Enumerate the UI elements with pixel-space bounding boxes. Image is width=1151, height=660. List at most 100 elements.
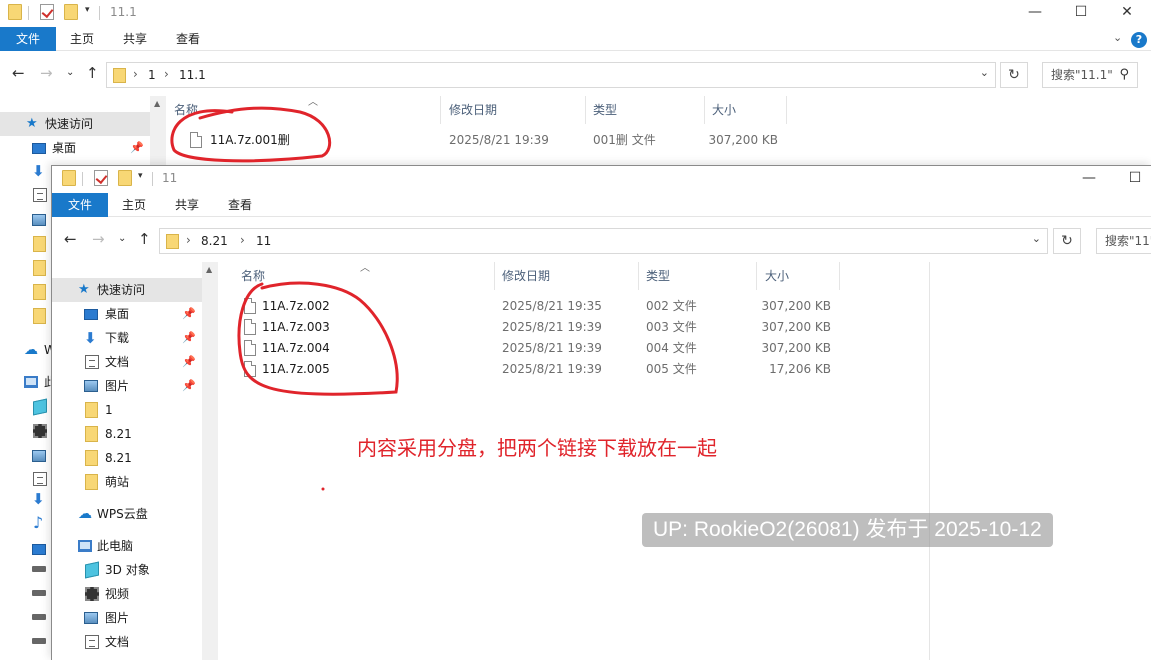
nav-desktop[interactable]: 桌面 📌 (52, 302, 202, 326)
column-divider[interactable] (786, 96, 787, 124)
search-input[interactable]: 搜索"11" (1096, 228, 1151, 254)
scroll-up-icon[interactable]: ▲ (206, 265, 212, 274)
column-header-size[interactable]: 大小 (765, 262, 789, 290)
desktop-icon (32, 143, 46, 154)
nav-pictures-pc[interactable]: 图片 (52, 606, 202, 630)
new-folder-icon[interactable] (64, 4, 80, 20)
tab-file[interactable]: 文件 (0, 27, 56, 51)
desktop-icon (32, 544, 46, 555)
maximize-icon[interactable]: ☐ (1058, 2, 1104, 24)
tab-share[interactable]: 共享 (173, 193, 201, 217)
nav-3d-objects[interactable]: 3D 对象 (52, 558, 202, 582)
address-bar[interactable]: › 1 › 11.1 ⌄ (106, 62, 996, 88)
tab-home[interactable]: 主页 (68, 27, 96, 51)
tab-view[interactable]: 查看 (174, 27, 202, 51)
breadcrumb-item[interactable]: 1 (148, 68, 156, 82)
nav-label: 文档 (105, 635, 130, 649)
column-divider[interactable] (839, 262, 840, 290)
breadcrumb-item[interactable]: 8.21 (201, 234, 228, 248)
nav-wps-cloud[interactable]: ☁ WPS云盘 (52, 502, 202, 526)
file-name: 11A.7z.003 (262, 320, 330, 334)
customize-toolbar-icon[interactable]: ▾ (85, 5, 90, 15)
tab-file[interactable]: 文件 (52, 193, 108, 217)
refresh-icon[interactable]: ↻ (1000, 62, 1028, 88)
chevron-down-icon[interactable]: ⌄ (1113, 31, 1122, 44)
column-header-type[interactable]: 类型 (646, 262, 670, 290)
nav-folder-8-21[interactable]: 8.21 (52, 422, 202, 446)
column-divider[interactable] (704, 96, 705, 124)
nav-folder-mengzhan[interactable]: 萌站 (52, 470, 202, 494)
nav-label: 萌站 (105, 475, 130, 489)
close-icon[interactable]: ✕ (1104, 2, 1150, 24)
customize-toolbar-icon[interactable]: ▾ (138, 171, 143, 181)
breadcrumb-item[interactable]: 11.1 (179, 68, 206, 82)
minimize-icon[interactable]: — (1066, 168, 1112, 190)
help-icon[interactable]: ? (1131, 32, 1147, 48)
nav-scrollbar[interactable]: ▲ (202, 262, 218, 660)
column-divider[interactable] (585, 96, 586, 124)
column-header-size[interactable]: 大小 (712, 96, 736, 124)
pin-icon[interactable]: 📌 (182, 326, 196, 350)
column-header-name[interactable]: 名称 (174, 96, 198, 124)
document-icon (85, 355, 99, 369)
pin-icon[interactable]: 📌 (130, 136, 144, 160)
nav-label: 快速访问 (45, 117, 94, 131)
back-arrow-icon[interactable]: ← (64, 230, 77, 248)
forward-arrow-icon[interactable]: → (40, 64, 53, 82)
refresh-icon[interactable]: ↻ (1053, 228, 1081, 254)
table-row[interactable]: 11A.7z.004 2025/8/21 19:39 004 文件 307,20… (218, 338, 918, 359)
chevron-down-icon[interactable]: ⌄ (980, 66, 989, 79)
forward-arrow-icon[interactable]: → (92, 230, 105, 248)
back-arrow-icon[interactable]: ← (12, 64, 25, 82)
up-arrow-icon[interactable]: ↑ (86, 64, 99, 82)
nav-this-pc[interactable]: 此 (0, 370, 56, 394)
minimize-icon[interactable]: — (1012, 2, 1058, 24)
pin-icon[interactable]: 📌 (182, 374, 196, 398)
tab-home[interactable]: 主页 (120, 193, 148, 217)
nav-this-pc[interactable]: 此电脑 (52, 534, 202, 558)
properties-icon[interactable] (40, 4, 56, 20)
nav-desktop[interactable]: 桌面 📌 (0, 136, 150, 160)
tab-share[interactable]: 共享 (121, 27, 149, 51)
scroll-up-icon[interactable]: ▲ (154, 99, 160, 108)
nav-documents[interactable]: 文档 📌 (52, 350, 202, 374)
file-modified: 2025/8/21 19:39 (502, 320, 602, 334)
nav-pictures[interactable]: 图片 📌 (52, 374, 202, 398)
table-row[interactable]: 11A.7z.003 2025/8/21 19:39 003 文件 307,20… (218, 317, 918, 338)
table-row[interactable]: 11A.7z.002 2025/8/21 19:35 002 文件 307,20… (218, 296, 918, 317)
column-divider[interactable] (494, 262, 495, 290)
tab-view[interactable]: 查看 (226, 193, 254, 217)
column-divider[interactable] (440, 96, 441, 124)
column-divider[interactable] (756, 262, 757, 290)
chevron-down-icon[interactable]: ⌄ (1032, 232, 1041, 245)
properties-icon[interactable] (94, 170, 110, 186)
nav-quick-access[interactable]: ★ 快速访问 (52, 278, 202, 302)
separator (28, 6, 29, 20)
download-icon: ⬇ (84, 329, 97, 347)
recent-locations-icon[interactable]: ⌄ (118, 233, 126, 244)
table-row[interactable]: 11A.7z.005 2025/8/21 19:39 005 文件 17,206… (218, 359, 918, 380)
column-header-modified[interactable]: 修改日期 (502, 262, 550, 290)
column-header-type[interactable]: 类型 (593, 96, 617, 124)
breadcrumb-item[interactable]: 11 (256, 234, 271, 248)
nav-quick-access[interactable]: ★ 快速访问 (0, 112, 150, 136)
column-divider[interactable] (638, 262, 639, 290)
new-folder-icon[interactable] (118, 170, 134, 186)
recent-locations-icon[interactable]: ⌄ (66, 67, 74, 78)
nav-wps[interactable]: ☁ W (0, 338, 56, 362)
nav-folder-1[interactable]: 1 (52, 398, 202, 422)
nav-videos[interactable]: 视频 (52, 582, 202, 606)
column-header-name[interactable]: 名称 (241, 262, 265, 290)
column-header-modified[interactable]: 修改日期 (449, 96, 497, 124)
pin-icon[interactable]: 📌 (182, 350, 196, 374)
table-row[interactable]: 11A.7z.001删 2025/8/21 19:39 001删 文件 307,… (166, 130, 866, 151)
sort-ascending-icon: ︿ (360, 263, 370, 274)
maximize-icon[interactable]: ☐ (1112, 168, 1151, 190)
pin-icon[interactable]: 📌 (182, 302, 196, 326)
search-input[interactable]: 搜索"11.1" ⚲ (1042, 62, 1138, 88)
nav-documents-pc[interactable]: 文档 (52, 630, 202, 654)
up-arrow-icon[interactable]: ↑ (138, 230, 151, 248)
address-bar[interactable]: › 8.21 › 11 ⌄ (159, 228, 1048, 254)
nav-downloads[interactable]: ⬇ 下载 📌 (52, 326, 202, 350)
nav-folder-8-21[interactable]: 8.21 (52, 446, 202, 470)
